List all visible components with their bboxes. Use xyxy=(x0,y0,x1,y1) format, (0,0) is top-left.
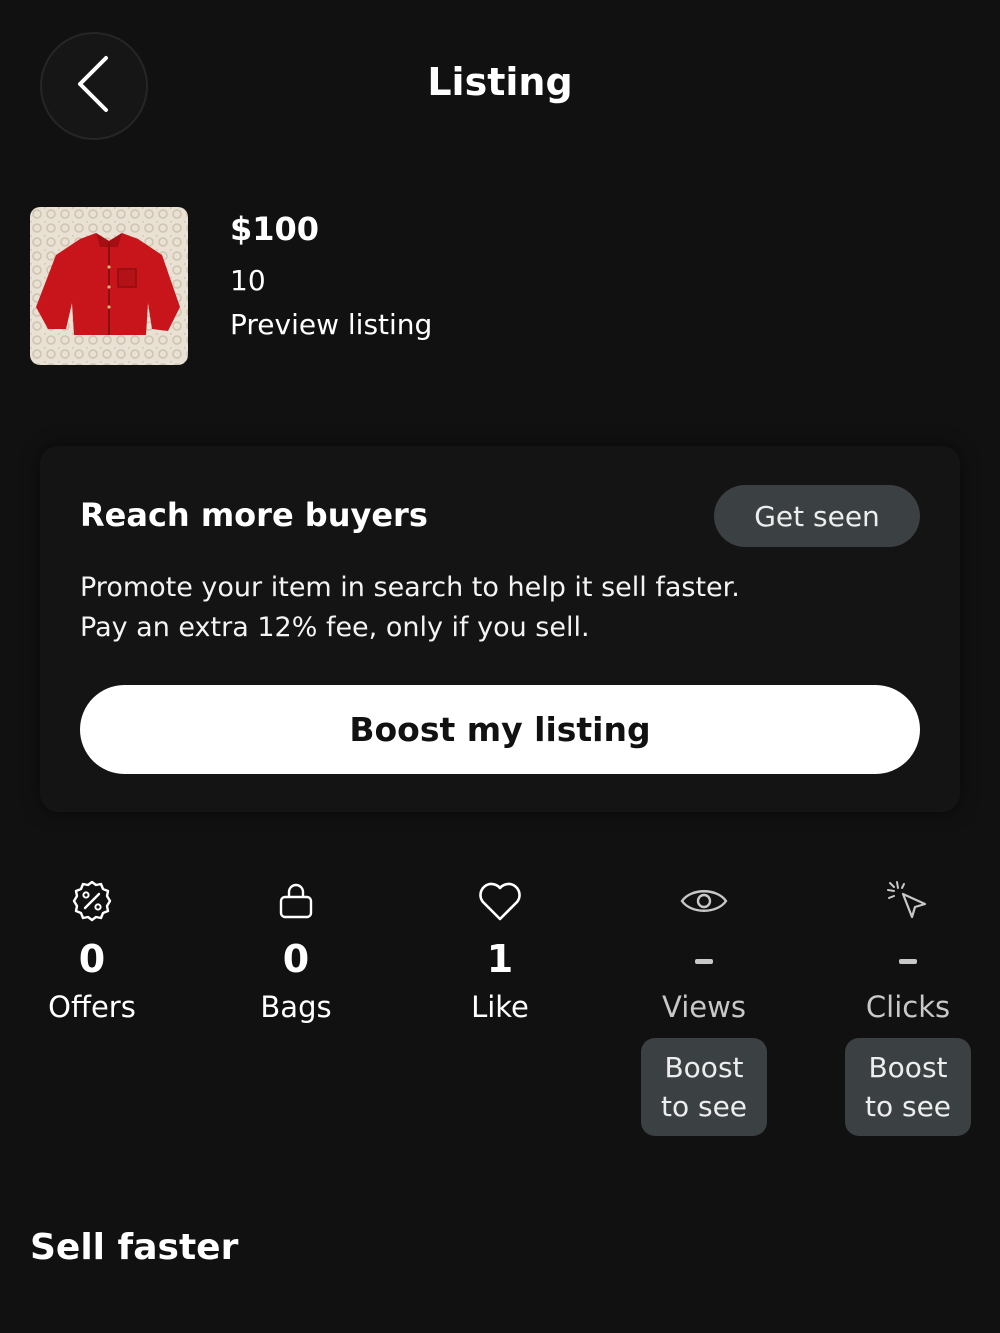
eye-icon xyxy=(679,884,729,922)
views-boost-to-see[interactable]: Boost to see xyxy=(641,1038,767,1136)
heart-icon xyxy=(477,880,523,926)
boost-tag-line: to see xyxy=(864,1090,952,1123)
listing-size: 10 xyxy=(230,264,266,297)
stat-clicks: Clicks Boost to see xyxy=(818,878,998,1136)
clicks-boost-to-see[interactable]: Boost to see xyxy=(845,1038,971,1136)
stat-views: Views Boost to see xyxy=(614,878,794,1136)
views-label: Views xyxy=(662,990,746,1024)
sell-faster-heading: Sell faster xyxy=(30,1227,239,1268)
stat-likes[interactable]: 1 Like xyxy=(410,878,590,1024)
promo-description-line: Promote your item in search to help it s… xyxy=(80,572,740,603)
bags-label: Bags xyxy=(260,990,332,1024)
percent-badge-icon xyxy=(70,879,114,927)
boost-promo-card: Reach more buyers Get seen Promote your … xyxy=(40,446,960,812)
stat-bags[interactable]: 0 Bags xyxy=(206,878,386,1024)
bag-icon xyxy=(276,881,316,925)
likes-label: Like xyxy=(471,990,529,1024)
cursor-click-icon xyxy=(885,878,931,928)
bags-count: 0 xyxy=(282,937,310,981)
promo-title: Reach more buyers xyxy=(80,496,428,534)
page-title: Listing xyxy=(427,60,573,104)
promo-description: Promote your item in search to help it s… xyxy=(80,568,920,648)
stat-offers[interactable]: 0 Offers xyxy=(2,878,182,1024)
boost-tag-line: Boost xyxy=(868,1051,948,1084)
promo-description-line: Pay an extra 12% fee, only if you sell. xyxy=(80,612,590,643)
preview-listing-link[interactable]: Preview listing xyxy=(230,308,432,341)
clicks-label: Clicks xyxy=(865,990,951,1024)
listing-screen: Listing $100 10 Preview listing Reach mo… xyxy=(0,0,1000,1333)
dash-placeholder xyxy=(695,959,713,964)
listing-price: $100 xyxy=(230,210,320,248)
clicks-count xyxy=(818,936,998,982)
views-count xyxy=(614,936,794,982)
dash-placeholder xyxy=(899,959,917,964)
boost-tag-line: to see xyxy=(660,1090,748,1123)
get-seen-badge: Get seen xyxy=(714,485,920,547)
boost-tag-line: Boost xyxy=(664,1051,744,1084)
listing-thumbnail[interactable] xyxy=(30,207,188,365)
offers-label: Offers xyxy=(48,990,136,1024)
offers-count: 0 xyxy=(78,937,106,981)
likes-count: 1 xyxy=(486,937,514,981)
boost-listing-button[interactable]: Boost my listing xyxy=(80,685,920,774)
